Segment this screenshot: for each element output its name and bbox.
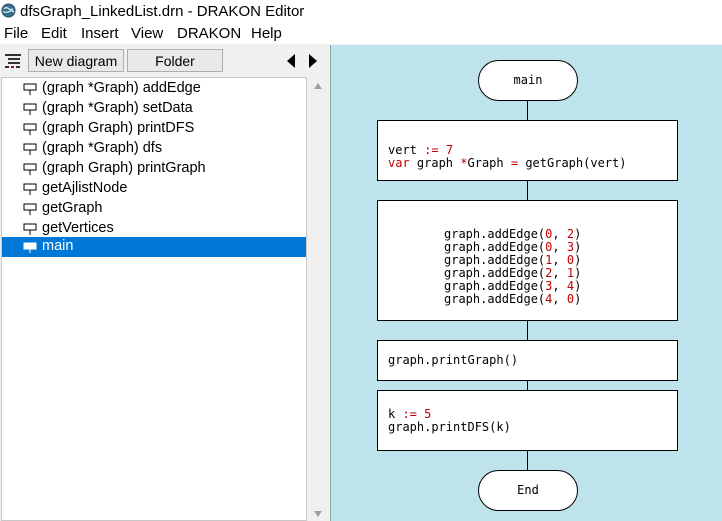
tree-item-label: (graph *Graph) dfs xyxy=(42,140,163,156)
menu-file[interactable]: File xyxy=(4,25,28,42)
diagram-icon xyxy=(23,183,37,195)
tree-item[interactable]: (graph *Graph) addEdge xyxy=(2,79,306,99)
structure-icon[interactable] xyxy=(4,52,22,70)
tree-item[interactable]: (graph *Graph) dfs xyxy=(2,139,306,159)
menu-edit[interactable]: Edit xyxy=(41,25,67,42)
diagram-tree: (graph *Graph) addEdge (graph *Graph) se… xyxy=(1,77,307,521)
end-terminator[interactable]: End xyxy=(478,470,578,511)
scroll-down-icon[interactable] xyxy=(313,510,323,518)
tree-item-label: (graph Graph) printGraph xyxy=(42,160,206,176)
tree-item[interactable]: (graph Graph) printDFS xyxy=(2,119,306,139)
tree-item[interactable]: (graph *Graph) setData xyxy=(2,99,306,119)
tree-item-label: (graph *Graph) setData xyxy=(42,100,193,116)
tree-item[interactable]: getVertices xyxy=(2,219,306,239)
window-title: dfsGraph_LinkedList.drn - DRAKON Editor xyxy=(20,3,305,20)
menu-bar: File Edit Insert View DRAKON Help xyxy=(0,24,722,44)
end-label: End xyxy=(517,483,539,497)
connector-line xyxy=(527,101,528,121)
arrow-right-icon[interactable] xyxy=(307,53,319,69)
code-line: graph.printDFS(k) xyxy=(388,420,511,434)
app-globe-icon xyxy=(1,3,16,18)
tree-item[interactable]: (graph Graph) printGraph xyxy=(2,159,306,179)
diagram-canvas[interactable]: main vert := 7 var graph *Graph = getGra… xyxy=(330,45,722,521)
tree-scrollbar[interactable] xyxy=(308,77,328,521)
tree-item-label: (graph Graph) printDFS xyxy=(42,120,195,136)
diagram-icon xyxy=(23,163,37,175)
action-print-graph[interactable]: graph.printGraph() xyxy=(377,340,678,381)
action-add-edges[interactable]: graph.addEdge(0, 2) graph.addEdge(0, 3) … xyxy=(377,200,678,321)
tree-item-label: main xyxy=(42,238,74,254)
menu-insert[interactable]: Insert xyxy=(81,25,119,42)
code-line: var graph *Graph = getGraph(vert) xyxy=(388,156,627,170)
action-print-dfs[interactable]: k := 5 graph.printDFS(k) xyxy=(377,390,678,451)
connector-line xyxy=(527,320,528,340)
new-diagram-button[interactable]: New diagram xyxy=(28,49,124,72)
scroll-up-icon[interactable] xyxy=(313,82,323,90)
menu-view[interactable]: View xyxy=(131,25,163,42)
toolbar: New diagram Folder xyxy=(0,46,330,76)
code-line: graph.printGraph() xyxy=(388,353,519,367)
diagram-icon xyxy=(23,103,37,115)
code-line: graph.addEdge(4, 0) xyxy=(444,292,582,306)
arrow-left-icon[interactable] xyxy=(285,53,297,69)
diagram-icon xyxy=(23,123,37,135)
menu-drakon[interactable]: DRAKON xyxy=(177,25,241,42)
folder-button[interactable]: Folder xyxy=(127,49,223,72)
tree-item[interactable]: getAjlistNode xyxy=(2,179,306,199)
connector-line xyxy=(527,180,528,200)
start-label: main xyxy=(513,73,543,87)
start-terminator[interactable]: main xyxy=(478,60,578,101)
tree-item-label: getGraph xyxy=(42,200,103,216)
diagram-icon xyxy=(23,203,37,215)
diagram-icon xyxy=(23,223,37,235)
action-variables[interactable]: vert := 7 var graph *Graph = getGraph(ve… xyxy=(377,120,678,181)
connector-line xyxy=(527,380,528,390)
tree-item[interactable]: getGraph xyxy=(2,199,306,219)
diagram-icon xyxy=(23,143,37,155)
tree-item-label: getVertices xyxy=(42,220,114,236)
connector-line xyxy=(527,450,528,472)
diagram-icon xyxy=(23,242,37,253)
tree-item-selected[interactable]: main xyxy=(2,237,306,257)
tree-item-label: (graph *Graph) addEdge xyxy=(42,80,201,96)
diagram-icon xyxy=(23,83,37,95)
title-bar: dfsGraph_LinkedList.drn - DRAKON Editor xyxy=(0,0,722,24)
menu-help[interactable]: Help xyxy=(251,25,282,42)
tree-item-label: getAjlistNode xyxy=(42,180,128,196)
